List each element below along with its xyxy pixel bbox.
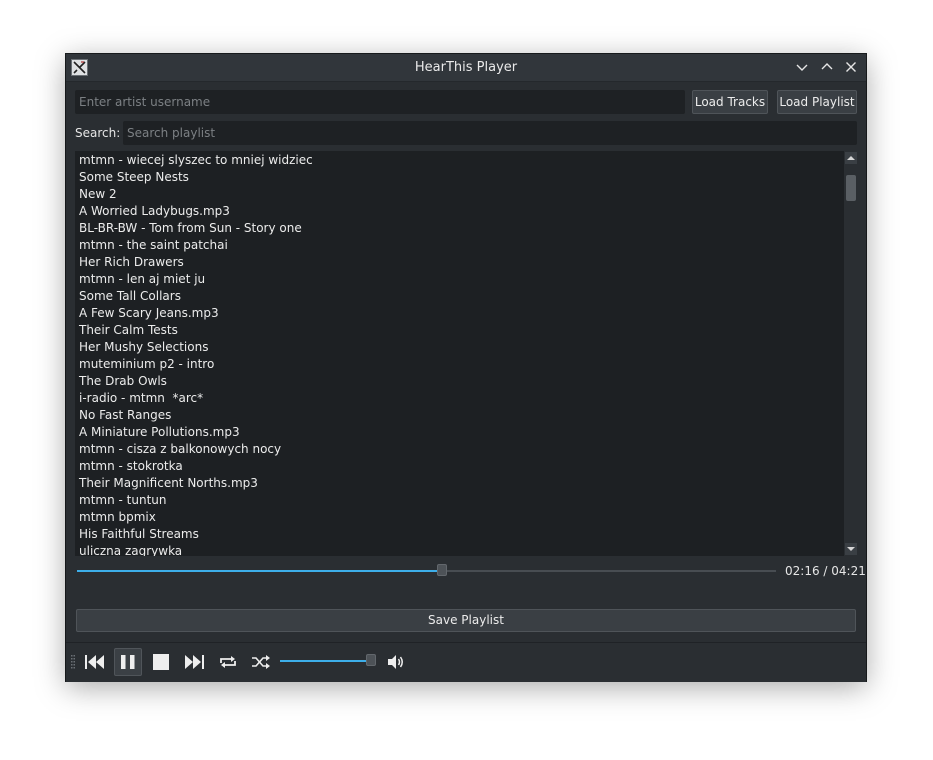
shuffle-icon	[252, 655, 270, 669]
scroll-up-arrow-icon[interactable]	[844, 151, 858, 165]
pause-icon	[121, 655, 135, 669]
previous-icon	[85, 655, 104, 669]
scroll-thumb[interactable]	[846, 175, 856, 201]
playlist-item[interactable]: muteminium p2 - intro	[75, 356, 858, 373]
load-playlist-button[interactable]: Load Playlist	[777, 90, 857, 114]
time-label: 02:16 / 04:21	[785, 564, 866, 578]
playlist-item[interactable]: A Worried Ladybugs.mp3	[75, 203, 858, 220]
search-label: Search:	[75, 126, 121, 140]
app-window: HearThis Player Enter artist username Lo…	[66, 54, 866, 682]
repeat-icon	[220, 656, 236, 668]
playlist-scrollbar[interactable]	[844, 151, 858, 556]
maximize-icon	[821, 63, 833, 70]
playlist-item[interactable]: mtmn - cisza z balkonowych nocy	[75, 441, 858, 458]
volume-slider-handle[interactable]	[366, 654, 376, 666]
stop-icon	[153, 654, 169, 670]
minimize-button[interactable]	[793, 58, 811, 76]
playlist-item[interactable]: No Fast Ranges	[75, 407, 858, 424]
close-button[interactable]	[842, 58, 860, 76]
playlist-item[interactable]: mtmn - tuntun	[75, 492, 858, 509]
maximize-button[interactable]	[818, 58, 836, 76]
playlist-item[interactable]: Their Magnificent Norths.mp3	[75, 475, 858, 492]
volume-button[interactable]	[382, 648, 410, 676]
playlist-item[interactable]: A Few Scary Jeans.mp3	[75, 305, 858, 322]
playlist-item[interactable]: Her Mushy Selections	[75, 339, 858, 356]
pause-button[interactable]	[114, 648, 142, 676]
playlist-list[interactable]: mtmn - wiecej slyszec to mniej widziec So…	[75, 151, 858, 556]
seek-slider-handle[interactable]	[437, 564, 448, 576]
playlist-item[interactable]: The Drab Owls	[75, 373, 858, 390]
shuffle-button[interactable]	[247, 648, 275, 676]
volume-icon	[388, 655, 403, 669]
volume-slider-fill	[280, 660, 370, 662]
load-tracks-button[interactable]: Load Tracks	[692, 90, 768, 114]
seek-slider[interactable]	[77, 564, 776, 576]
volume-slider[interactable]	[280, 654, 376, 666]
close-icon	[846, 62, 856, 72]
title-bar[interactable]: HearThis Player	[66, 54, 866, 82]
playlist-item[interactable]: i-radio - mtmn *arc*	[75, 390, 858, 407]
search-input[interactable]: Search playlist	[123, 121, 857, 145]
previous-button[interactable]	[81, 648, 109, 676]
playlist-item[interactable]: mtmn - len aj miet ju	[75, 271, 858, 288]
playlist-item[interactable]: mtmn - the saint patchai	[75, 237, 858, 254]
minimize-icon	[796, 64, 808, 71]
scroll-down-arrow-icon[interactable]	[844, 542, 858, 556]
playlist-item[interactable]: mtmn - wiecej slyszec to mniej widziec	[75, 152, 858, 169]
load-row: Enter artist username Load Tracks Load P…	[75, 90, 857, 114]
playlist-item[interactable]: mtmn - stokrotka	[75, 458, 858, 475]
toolbar-grip-icon[interactable]	[71, 655, 75, 671]
playlist-item[interactable]: Some Tall Collars	[75, 288, 858, 305]
player-toolbar	[66, 642, 866, 682]
playlist-item[interactable]: His Faithful Streams	[75, 526, 858, 543]
playlist-item[interactable]: uliczna zagrywka	[75, 543, 858, 556]
playlist-item[interactable]: BL-BR-BW - Tom from Sun - Story one	[75, 220, 858, 237]
playlist-item[interactable]: Her Rich Drawers	[75, 254, 858, 271]
seek-slider-fill	[77, 570, 442, 572]
playlist-item[interactable]: New 2	[75, 186, 858, 203]
stop-button[interactable]	[147, 648, 175, 676]
username-input[interactable]: Enter artist username	[75, 90, 685, 114]
playlist-item[interactable]: A Miniature Pollutions.mp3	[75, 424, 858, 441]
next-icon	[185, 655, 204, 669]
playlist-item[interactable]: mtmn bpmix	[75, 509, 858, 526]
window-title: HearThis Player	[414, 60, 518, 75]
next-button[interactable]	[180, 648, 208, 676]
playlist-item[interactable]: Some Steep Nests	[75, 169, 858, 186]
playlist-item[interactable]: Their Calm Tests	[75, 322, 858, 339]
save-playlist-button[interactable]: Save Playlist	[76, 609, 856, 632]
repeat-button[interactable]	[214, 648, 242, 676]
